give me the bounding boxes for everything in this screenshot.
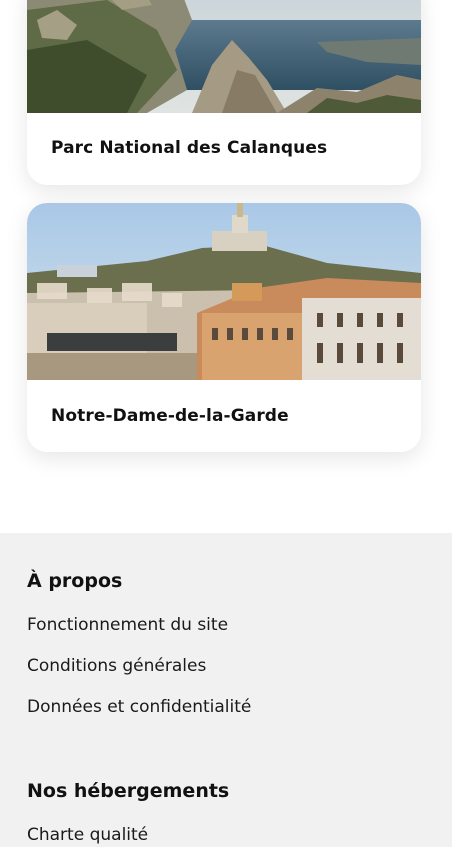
footer-link-terms[interactable]: Conditions générales [27,656,206,676]
calanques-photo [27,0,421,113]
footer-link-how-it-works[interactable]: Fonctionnement du site [27,615,228,635]
footer-heading-about: À propos [27,570,123,592]
notre-dame-photo [27,203,421,380]
footer-heading-lodging: Nos hébergements [27,780,230,802]
footer-link-quality-charter[interactable]: Charte qualité [27,825,148,845]
footer-link-privacy[interactable]: Données et confidentialité [27,697,251,717]
attraction-card-calanques[interactable]: Parc National des Calanques [27,0,421,185]
card-title: Notre-Dame-de-la-Garde [51,406,289,426]
card-title: Parc National des Calanques [51,138,328,158]
site-footer: À propos Fonctionnement du site Conditio… [0,533,452,847]
attraction-card-notre-dame[interactable]: Notre-Dame-de-la-Garde [27,203,421,452]
